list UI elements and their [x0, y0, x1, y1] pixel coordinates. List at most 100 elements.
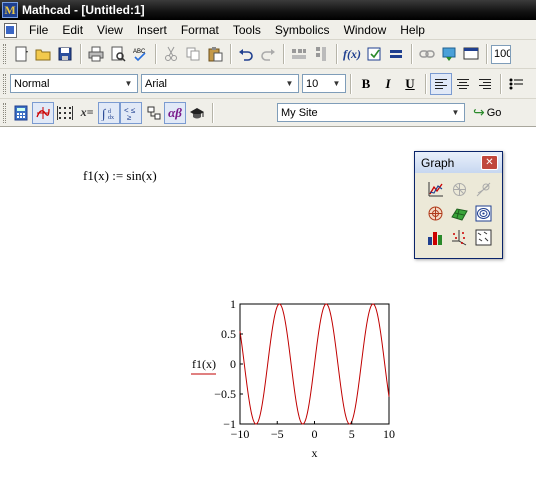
underline-button[interactable]: U: [399, 73, 421, 95]
graph-palette-buttons: [415, 173, 502, 248]
separator: [425, 73, 426, 94]
title-bar: M Mathcad - [Untitled:1]: [0, 0, 536, 20]
toolbar-grip[interactable]: [3, 44, 6, 64]
menu-insert[interactable]: Insert: [130, 20, 174, 40]
separator: [283, 44, 284, 64]
window-title: Mathcad - [Untitled:1]: [22, 3, 145, 17]
svg-text:≤: ≤: [131, 106, 136, 115]
insert-function-icon[interactable]: f(x): [341, 43, 363, 65]
toolbar-grip[interactable]: [3, 73, 6, 94]
polar-plot-icon[interactable]: [448, 178, 470, 200]
calculus-icon[interactable]: ∫ d dx: [98, 101, 120, 124]
go-arrow-icon: ↪: [473, 104, 485, 120]
spell-check-icon[interactable]: ABC: [129, 43, 151, 65]
site-dropdown[interactable]: My Site ▼: [277, 103, 465, 122]
menu-format[interactable]: Format: [174, 20, 226, 40]
menu-edit[interactable]: Edit: [55, 20, 90, 40]
scatter-3d-icon[interactable]: [448, 226, 470, 248]
menu-help[interactable]: Help: [393, 20, 432, 40]
menu-view[interactable]: View: [90, 20, 130, 40]
chevron-down-icon[interactable]: ▼: [282, 76, 297, 91]
toolbar-grip[interactable]: [3, 102, 6, 123]
menu-file[interactable]: File: [22, 20, 55, 40]
copy-icon[interactable]: [182, 43, 204, 65]
separator: [350, 73, 351, 94]
graph-palette-titlebar[interactable]: Graph ✕: [415, 152, 502, 173]
document-icon[interactable]: [2, 22, 18, 38]
y-axis-label: f1(x): [192, 357, 216, 371]
bar-3d-icon[interactable]: [424, 226, 446, 248]
component-wizard-icon[interactable]: [438, 43, 460, 65]
site-value: My Site: [281, 106, 318, 119]
menu-symbolics[interactable]: Symbolics: [268, 20, 337, 40]
y-tick-label: 0.5: [221, 327, 236, 341]
polar-target-icon[interactable]: [424, 202, 446, 224]
separator: [212, 102, 213, 123]
menu-tools[interactable]: Tools: [226, 20, 268, 40]
chevron-down-icon[interactable]: ▼: [329, 76, 344, 91]
standard-toolbar: ABC f(x) 100: [0, 40, 536, 69]
cut-icon[interactable]: [160, 43, 182, 65]
print-icon[interactable]: [85, 43, 107, 65]
xy-plot-region[interactable]: −10 −5 0 5 10 1 0.5 0 −0.5 −1 x f1(x): [185, 295, 405, 465]
align-center-icon[interactable]: [452, 73, 474, 95]
x-tick-label: −5: [271, 427, 284, 441]
programming-icon[interactable]: [142, 102, 164, 124]
insert-unit-icon[interactable]: [363, 43, 385, 65]
x-tick-label: 0: [312, 427, 318, 441]
svg-text:≥: ≥: [127, 113, 132, 121]
zoom-icon[interactable]: [472, 178, 494, 200]
graph-palette-title: Graph: [421, 155, 455, 170]
menu-window[interactable]: Window: [337, 20, 394, 40]
separator: [411, 44, 412, 64]
print-preview-icon[interactable]: [107, 43, 129, 65]
insert-hyperlink-icon[interactable]: [416, 43, 438, 65]
calculate-icon[interactable]: [385, 43, 407, 65]
y-tick-label: 1: [230, 297, 236, 311]
undo-icon[interactable]: [235, 43, 257, 65]
xy-plot[interactable]: −10 −5 0 5 1010.50−0.5−1xf1(x): [185, 295, 405, 465]
open-folder-icon[interactable]: [32, 43, 54, 65]
align-right-icon[interactable]: [474, 73, 496, 95]
math-toolbar: x= ∫ d dx < ≤ ≥ αβ My Site ▼ ↪ Go: [0, 99, 536, 127]
align-left-icon[interactable]: [430, 72, 452, 95]
separator: [500, 73, 501, 94]
svg-text:∫: ∫: [101, 106, 107, 121]
graph-toolbar-icon[interactable]: [32, 101, 54, 124]
xy-plot-icon[interactable]: [424, 178, 446, 200]
chevron-down-icon[interactable]: ▼: [448, 105, 463, 120]
go-button[interactable]: ↪ Go: [473, 104, 501, 121]
x-tick-label: 5: [349, 427, 355, 441]
font-value: Arial: [145, 77, 168, 90]
function-definition[interactable]: f1(x) := sin(x): [83, 168, 157, 184]
align-regions-across-icon[interactable]: [288, 43, 310, 65]
resource-center-icon[interactable]: [460, 43, 482, 65]
save-icon[interactable]: [54, 43, 76, 65]
font-size-dropdown[interactable]: 10 ▼: [302, 74, 346, 93]
zoom-dropdown[interactable]: 100: [491, 44, 511, 64]
x-axis-label: x: [312, 446, 318, 460]
menu-bar: File Edit View Insert Format Tools Symbo…: [0, 20, 536, 40]
font-dropdown[interactable]: Arial ▼: [141, 74, 299, 93]
y-tick-label: 0: [230, 357, 236, 371]
surface-plot-icon[interactable]: [448, 202, 470, 224]
align-regions-down-icon[interactable]: [310, 43, 332, 65]
italic-button[interactable]: I: [377, 73, 399, 95]
calculator-icon[interactable]: [10, 102, 32, 124]
style-value: Normal: [14, 77, 50, 90]
bold-button[interactable]: B: [355, 73, 377, 95]
greek-icon[interactable]: αβ: [164, 101, 186, 124]
contour-plot-icon[interactable]: [472, 202, 494, 224]
evaluation-icon[interactable]: x=: [76, 102, 98, 124]
close-icon[interactable]: ✕: [481, 155, 498, 170]
style-dropdown[interactable]: Normal ▼: [10, 74, 138, 93]
bullet-list-icon[interactable]: [505, 73, 527, 95]
vector-field-icon[interactable]: [472, 226, 494, 248]
paste-icon[interactable]: [204, 43, 226, 65]
chevron-down-icon[interactable]: ▼: [121, 76, 136, 91]
new-document-icon[interactable]: [10, 43, 32, 65]
boolean-icon[interactable]: < ≤ ≥: [120, 101, 142, 124]
symbolic-icon[interactable]: [186, 102, 208, 124]
matrix-icon[interactable]: [54, 102, 76, 124]
redo-icon[interactable]: [257, 43, 279, 65]
